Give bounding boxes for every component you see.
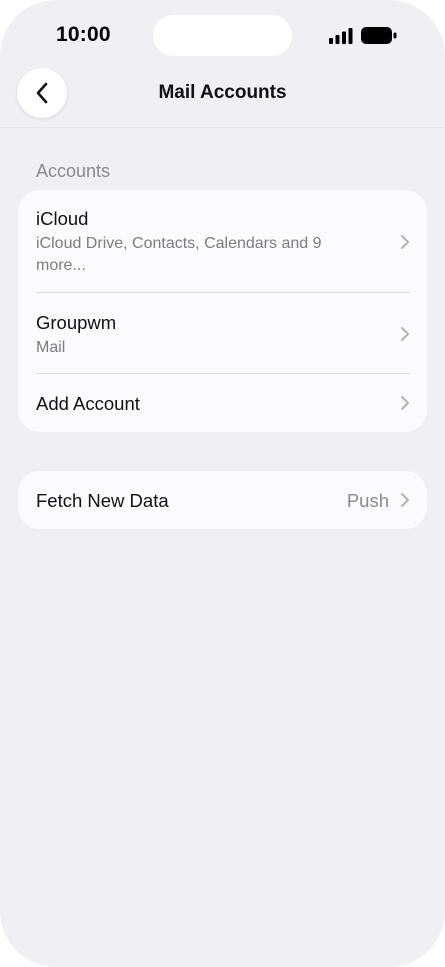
chevron-right-icon [401, 396, 409, 410]
account-subtitle: Mail [36, 339, 66, 356]
page-title: Mail Accounts [158, 82, 287, 103]
fetch-new-data-row[interactable]: Fetch New Data Push [18, 471, 427, 529]
fetch-new-data-value: Push [346, 490, 389, 511]
accounts-list: iCloud iCloud Drive, Contacts, Calendars… [18, 190, 427, 432]
add-account-row[interactable]: Add Account [18, 374, 427, 432]
account-subtitle: iCloud Drive, Contacts, Calendars and 9 … [36, 235, 322, 274]
account-title: Groupwm [36, 312, 117, 333]
status-time: 10:00 [56, 23, 111, 46]
chevron-right-icon [401, 327, 409, 341]
nav-divider [0, 127, 445, 128]
chevron-right-icon [401, 493, 409, 507]
add-account-label: Add Account [36, 393, 140, 414]
account-title: iCloud [36, 208, 89, 229]
account-row-icloud[interactable]: iCloud iCloud Drive, Contacts, Calendars… [18, 190, 427, 292]
battery-icon [361, 27, 397, 44]
cellular-signal-icon [329, 28, 353, 44]
dynamic-island [153, 15, 292, 56]
chevron-right-icon [401, 235, 409, 249]
phone-screen: 10:00 Mail Accounts Accounts iCloud iClo… [0, 0, 445, 967]
fetch-new-data-label: Fetch New Data [36, 490, 169, 511]
account-row-groupwm[interactable]: Groupwm Mail [18, 293, 427, 373]
section-header-accounts: Accounts [36, 161, 111, 181]
